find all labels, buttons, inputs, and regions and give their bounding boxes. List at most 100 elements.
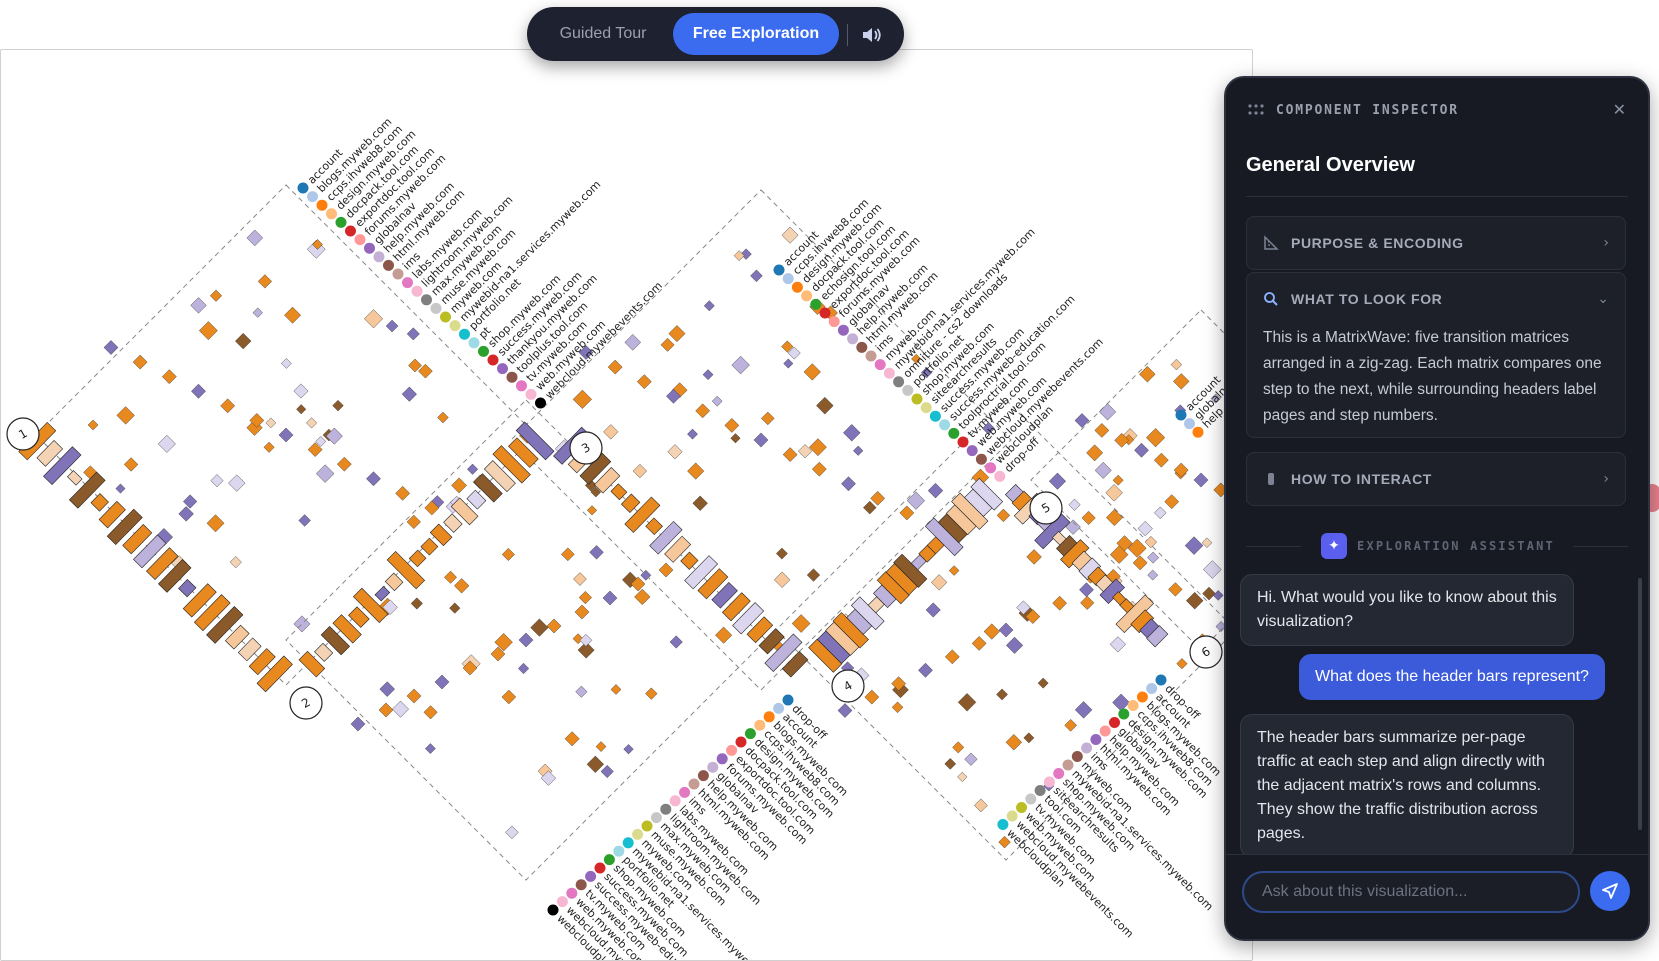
user-message: What does the header bars represent? bbox=[1299, 654, 1605, 700]
matrix-cell bbox=[210, 474, 224, 488]
matrix-cell bbox=[1105, 484, 1123, 502]
page-color-dot bbox=[902, 384, 914, 396]
matrix-cell bbox=[190, 297, 207, 314]
accordion-header[interactable]: WHAT TO LOOK FOR ⌄ bbox=[1247, 273, 1625, 325]
matrix-cell bbox=[1173, 462, 1189, 478]
matrix-cell bbox=[454, 578, 470, 594]
page-color-dot bbox=[421, 294, 432, 306]
page-color-dot bbox=[966, 445, 978, 457]
matrix-cell bbox=[667, 444, 683, 460]
page-color-dot bbox=[1006, 810, 1018, 822]
page-color-dot bbox=[707, 761, 719, 773]
accordion-header[interactable]: PURPOSE & ENCODING › bbox=[1247, 217, 1625, 269]
accordion-header[interactable]: HOW TO INTERACT › bbox=[1247, 453, 1625, 505]
page-color-dot bbox=[920, 402, 932, 414]
free-exploration-tab[interactable]: Free Exploration bbox=[673, 13, 839, 55]
matrix-cell bbox=[944, 758, 957, 770]
page-color-dot bbox=[1043, 776, 1055, 788]
matrixwave-canvas[interactable]: account blogs.myweb.com ccps.ihvweb8.com de… bbox=[0, 49, 1253, 961]
matrix-cell bbox=[366, 471, 381, 487]
page-color-dot bbox=[883, 367, 895, 379]
header-bar bbox=[90, 493, 109, 512]
page-color-dot bbox=[468, 337, 480, 349]
send-button[interactable] bbox=[1590, 871, 1630, 911]
page-color-dot bbox=[566, 887, 578, 899]
header-bar bbox=[443, 513, 463, 533]
page-color-dot bbox=[449, 320, 461, 332]
page-color-dot bbox=[957, 436, 969, 448]
matrix-cell bbox=[695, 403, 711, 419]
matrix-cell bbox=[589, 545, 604, 560]
page-color-dot bbox=[547, 904, 559, 916]
chevron-right-icon: › bbox=[1603, 235, 1609, 251]
matrixwave-svg[interactable]: accountblogs.myweb.comccps.ihvweb8.comde… bbox=[1, 50, 1252, 960]
matrix-cell bbox=[731, 355, 750, 375]
matrix-cell bbox=[406, 327, 420, 341]
page-color-dot bbox=[1016, 802, 1027, 813]
page-color-dot bbox=[773, 264, 785, 276]
matrix-cell bbox=[636, 374, 652, 390]
matrix-cell bbox=[561, 547, 575, 562]
matrix-cell bbox=[87, 419, 99, 431]
matrix-cell bbox=[952, 741, 965, 754]
matrix-cell bbox=[378, 702, 394, 718]
inspector-header: COMPONENT INSPECTOR ✕ bbox=[1248, 100, 1628, 120]
divider-line bbox=[1246, 545, 1302, 547]
page-color-dot bbox=[865, 350, 877, 362]
matrix-cell bbox=[1132, 555, 1148, 571]
page-color-dot bbox=[975, 453, 987, 465]
matrix-cell bbox=[198, 321, 218, 341]
matrix-cell bbox=[703, 300, 715, 312]
accordion-what-to-look-for[interactable]: WHAT TO LOOK FOR ⌄ This is a MatrixWave:… bbox=[1246, 272, 1626, 438]
matrix-cell bbox=[931, 574, 948, 591]
guided-tour-tab[interactable]: Guided Tour bbox=[539, 15, 667, 53]
matrix-cell bbox=[1112, 474, 1124, 486]
matrix-cell bbox=[645, 687, 658, 700]
matrix-cell bbox=[257, 274, 272, 289]
chat-messages[interactable]: Hi. What would you like to know about th… bbox=[1240, 574, 1630, 866]
matrix-cell bbox=[434, 674, 450, 690]
sound-button[interactable] bbox=[857, 22, 887, 48]
matrix-cell bbox=[692, 495, 708, 511]
matrix-cell bbox=[1074, 701, 1093, 719]
page-color-dot bbox=[575, 879, 587, 891]
page-color-dot bbox=[782, 273, 794, 285]
drag-handle-icon[interactable] bbox=[1248, 104, 1266, 116]
matrix-cell bbox=[116, 406, 135, 425]
matrix-cell bbox=[178, 506, 194, 522]
header-bar bbox=[348, 606, 370, 628]
accordion-label: PURPOSE & ENCODING bbox=[1291, 235, 1464, 251]
page-color-dot bbox=[516, 380, 527, 392]
chat-input[interactable] bbox=[1242, 871, 1580, 913]
page-color-dot bbox=[430, 302, 442, 314]
page-color-dot bbox=[763, 711, 775, 723]
page-color-dot bbox=[316, 199, 328, 211]
assistant-message: The header bars summarize per-page traff… bbox=[1240, 714, 1574, 858]
accordion-purpose-encoding[interactable]: PURPOSE & ENCODING › bbox=[1246, 216, 1626, 270]
matrix-cell bbox=[948, 565, 960, 576]
matrix-cell bbox=[501, 548, 515, 561]
sparkle-icon: ✦ bbox=[1321, 533, 1348, 559]
page-color-dot bbox=[383, 259, 394, 271]
matrix-cell bbox=[602, 590, 618, 606]
accordion-body-text: This is a MatrixWave: five transition ma… bbox=[1263, 329, 1602, 424]
matrix-cell bbox=[1109, 636, 1126, 653]
chat-scrollbar[interactable] bbox=[1638, 578, 1642, 830]
matrix-cell bbox=[392, 700, 409, 718]
matrix-cell bbox=[600, 765, 614, 779]
matrix-cell bbox=[574, 604, 590, 620]
matrix-cell bbox=[293, 383, 309, 399]
matrix-cell bbox=[658, 562, 674, 578]
matrix-cell bbox=[1184, 536, 1204, 555]
matrix-cell bbox=[782, 447, 798, 462]
close-icon[interactable]: ✕ bbox=[1613, 100, 1626, 119]
matrix-cell bbox=[806, 568, 821, 582]
matrix-cell bbox=[191, 383, 206, 399]
assistant-divider: ✦ EXPLORATION ASSISTANT bbox=[1246, 532, 1629, 560]
matrix-cell bbox=[586, 505, 598, 516]
accordion-how-to-interact[interactable]: HOW TO INTERACT › bbox=[1246, 452, 1626, 506]
matrix-cell bbox=[853, 445, 864, 456]
matrix-cell bbox=[753, 432, 769, 448]
matrix-cell bbox=[1094, 423, 1110, 438]
page-color-dot bbox=[1127, 700, 1139, 711]
